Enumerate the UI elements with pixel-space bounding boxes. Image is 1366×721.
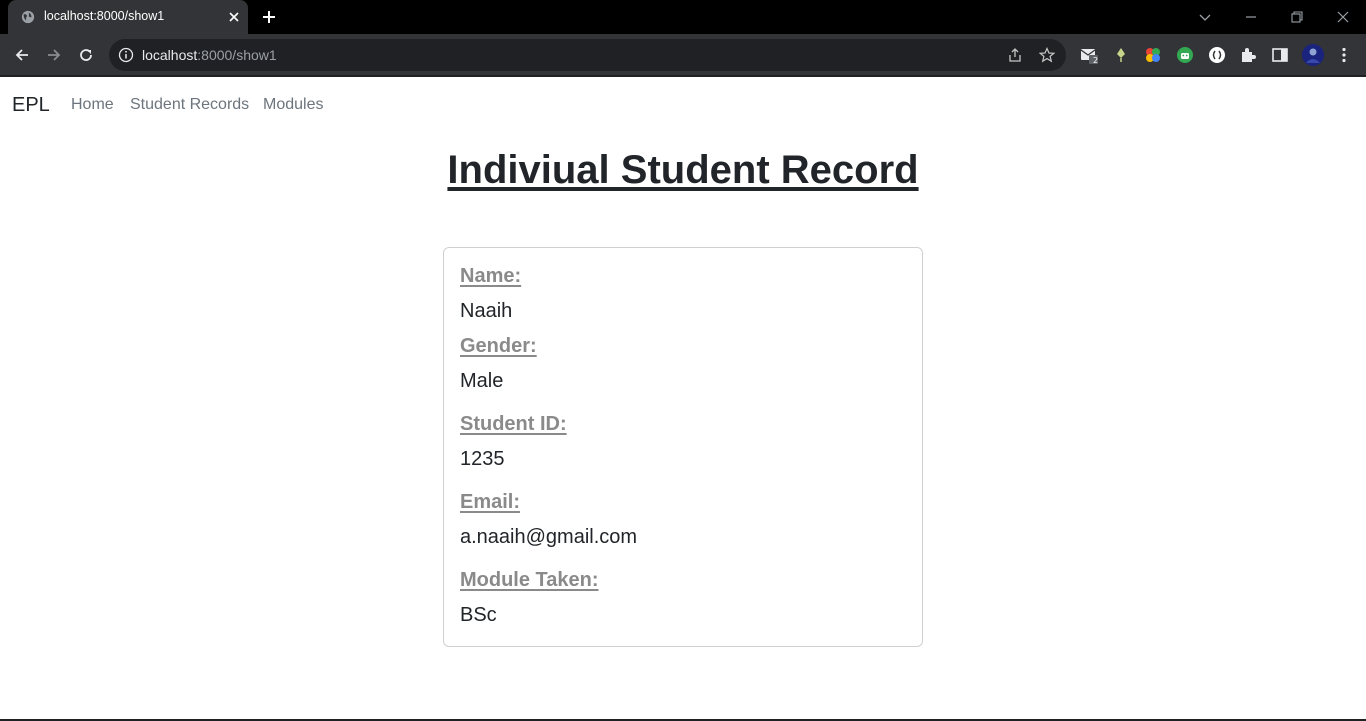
reload-icon[interactable] [76, 45, 96, 65]
close-tab-icon[interactable] [226, 9, 242, 25]
site-navbar: EPL Home Student Records Modules [0, 77, 1366, 133]
site-info-icon[interactable] [118, 47, 134, 63]
url-text: localhost:8000/show1 [142, 47, 277, 63]
module-value: BSc [460, 604, 497, 626]
side-panel-icon[interactable] [1271, 46, 1289, 64]
back-arrow-icon[interactable] [12, 45, 32, 65]
profile-avatar-icon[interactable] [1302, 44, 1324, 66]
email-value: a.naaih@gmail.com [460, 526, 638, 548]
name-value: Naaih [460, 300, 513, 322]
nav-link-modules[interactable]: Modules [263, 96, 323, 114]
name-label: Name: [460, 265, 522, 287]
gender-label: Gender: [460, 335, 537, 357]
color-picker-extension-icon[interactable] [1144, 46, 1162, 64]
tab-search-chevron-icon[interactable] [1195, 7, 1215, 27]
new-tab-icon[interactable] [261, 9, 277, 25]
minimize-icon[interactable] [1241, 7, 1261, 27]
page-title: Indiviual Student Record [447, 148, 919, 192]
nav-link-home[interactable]: Home [71, 96, 114, 114]
dark-reader-extension-icon[interactable] [1208, 46, 1226, 64]
pen-extension-icon[interactable] [1112, 46, 1130, 64]
gender-value: Male [460, 370, 504, 392]
student-id-value: 1235 [460, 448, 505, 470]
bookmark-star-icon[interactable] [1039, 47, 1055, 63]
share-icon[interactable] [1007, 47, 1023, 63]
mail-extension-badge: 2 [1093, 56, 1099, 65]
extensions-puzzle-icon[interactable] [1239, 46, 1257, 64]
browser-tab[interactable]: localhost:8000/show1 [8, 0, 248, 34]
student-record-card: Name: Naaih Gender: Male Student ID: 123… [443, 247, 923, 647]
restore-icon[interactable] [1287, 7, 1307, 27]
forward-arrow-icon[interactable] [44, 45, 64, 65]
email-label: Email: [460, 491, 521, 513]
student-id-label: Student ID: [460, 413, 567, 435]
tab-title: localhost:8000/show1 [44, 9, 165, 23]
module-label: Module Taken: [460, 569, 599, 591]
globe-icon [21, 10, 35, 24]
browser-toolbar: localhost:8000/show1 2 [0, 34, 1366, 75]
more-menu-icon[interactable] [1335, 46, 1353, 64]
close-window-icon[interactable] [1333, 7, 1353, 27]
url-host: localhost [142, 47, 198, 63]
brand-link[interactable]: EPL [12, 94, 50, 117]
address-bar[interactable]: localhost:8000/show1 [109, 39, 1066, 71]
android-extension-icon[interactable] [1176, 46, 1194, 64]
url-path: :8000/show1 [197, 47, 277, 63]
browser-tab-strip: localhost:8000/show1 [0, 0, 1366, 34]
nav-link-student-records[interactable]: Student Records [130, 96, 249, 114]
